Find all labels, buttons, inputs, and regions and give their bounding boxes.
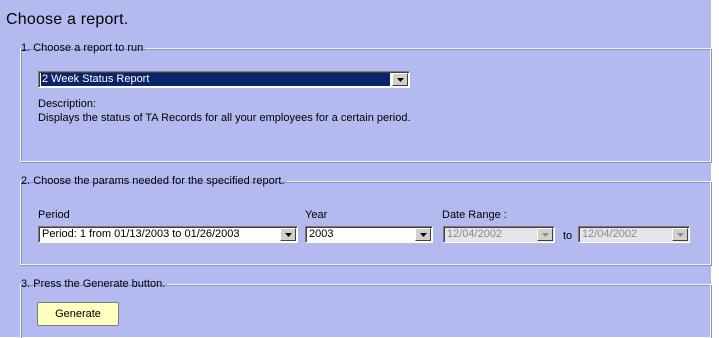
chevron-down-icon <box>285 233 292 237</box>
report-select[interactable]: 2 Week Status Report <box>38 71 410 88</box>
description-label: Description: <box>38 98 97 110</box>
generate-group: 3. Press the Generate button. <box>20 278 711 338</box>
chevron-down-icon <box>542 233 549 237</box>
generate-button[interactable]: Generate <box>37 302 119 326</box>
date-from-value: 12/04/2002 <box>447 228 503 240</box>
date-to-dropdown-button[interactable] <box>672 228 688 241</box>
report-select-value: 2 Week Status Report <box>41 73 390 86</box>
date-to-value: 12/04/2002 <box>582 228 638 240</box>
year-select[interactable]: 2003 <box>305 226 433 243</box>
year-label: Year <box>305 209 328 221</box>
description-text: Displays the status of TA Records for al… <box>38 112 411 124</box>
date-to-select[interactable]: 12/04/2002 <box>578 226 690 243</box>
chevron-down-icon <box>420 233 427 237</box>
page-title: Choose a report. <box>6 11 129 28</box>
period-select-value: Period: 1 from 01/13/2003 to 01/26/2003 <box>42 228 240 240</box>
params-group: 2. Choose the params needed for the spec… <box>20 175 711 265</box>
chevron-down-icon <box>397 78 404 82</box>
section1-legend: 1. Choose a report to run <box>21 42 144 54</box>
section2-legend: 2. Choose the params needed for the spec… <box>21 175 285 187</box>
section3-legend: 3. Press the Generate button. <box>21 278 166 290</box>
date-range-label: Date Range : <box>442 209 507 221</box>
report-dropdown-button[interactable] <box>392 73 408 86</box>
chevron-down-icon <box>677 233 684 237</box>
date-from-select[interactable]: 12/04/2002 <box>443 226 555 243</box>
period-dropdown-button[interactable] <box>280 228 296 241</box>
report-selection-group: 1. Choose a report to run <box>20 42 711 162</box>
period-label: Period <box>38 209 70 221</box>
date-range-to-label: to <box>563 230 573 242</box>
report-page: Choose a report. 1. Choose a report to r… <box>0 0 711 338</box>
year-select-value: 2003 <box>309 228 334 240</box>
date-from-dropdown-button[interactable] <box>537 228 553 241</box>
period-select[interactable]: Period: 1 from 01/13/2003 to 01/26/2003 <box>38 226 298 243</box>
year-dropdown-button[interactable] <box>415 228 431 241</box>
